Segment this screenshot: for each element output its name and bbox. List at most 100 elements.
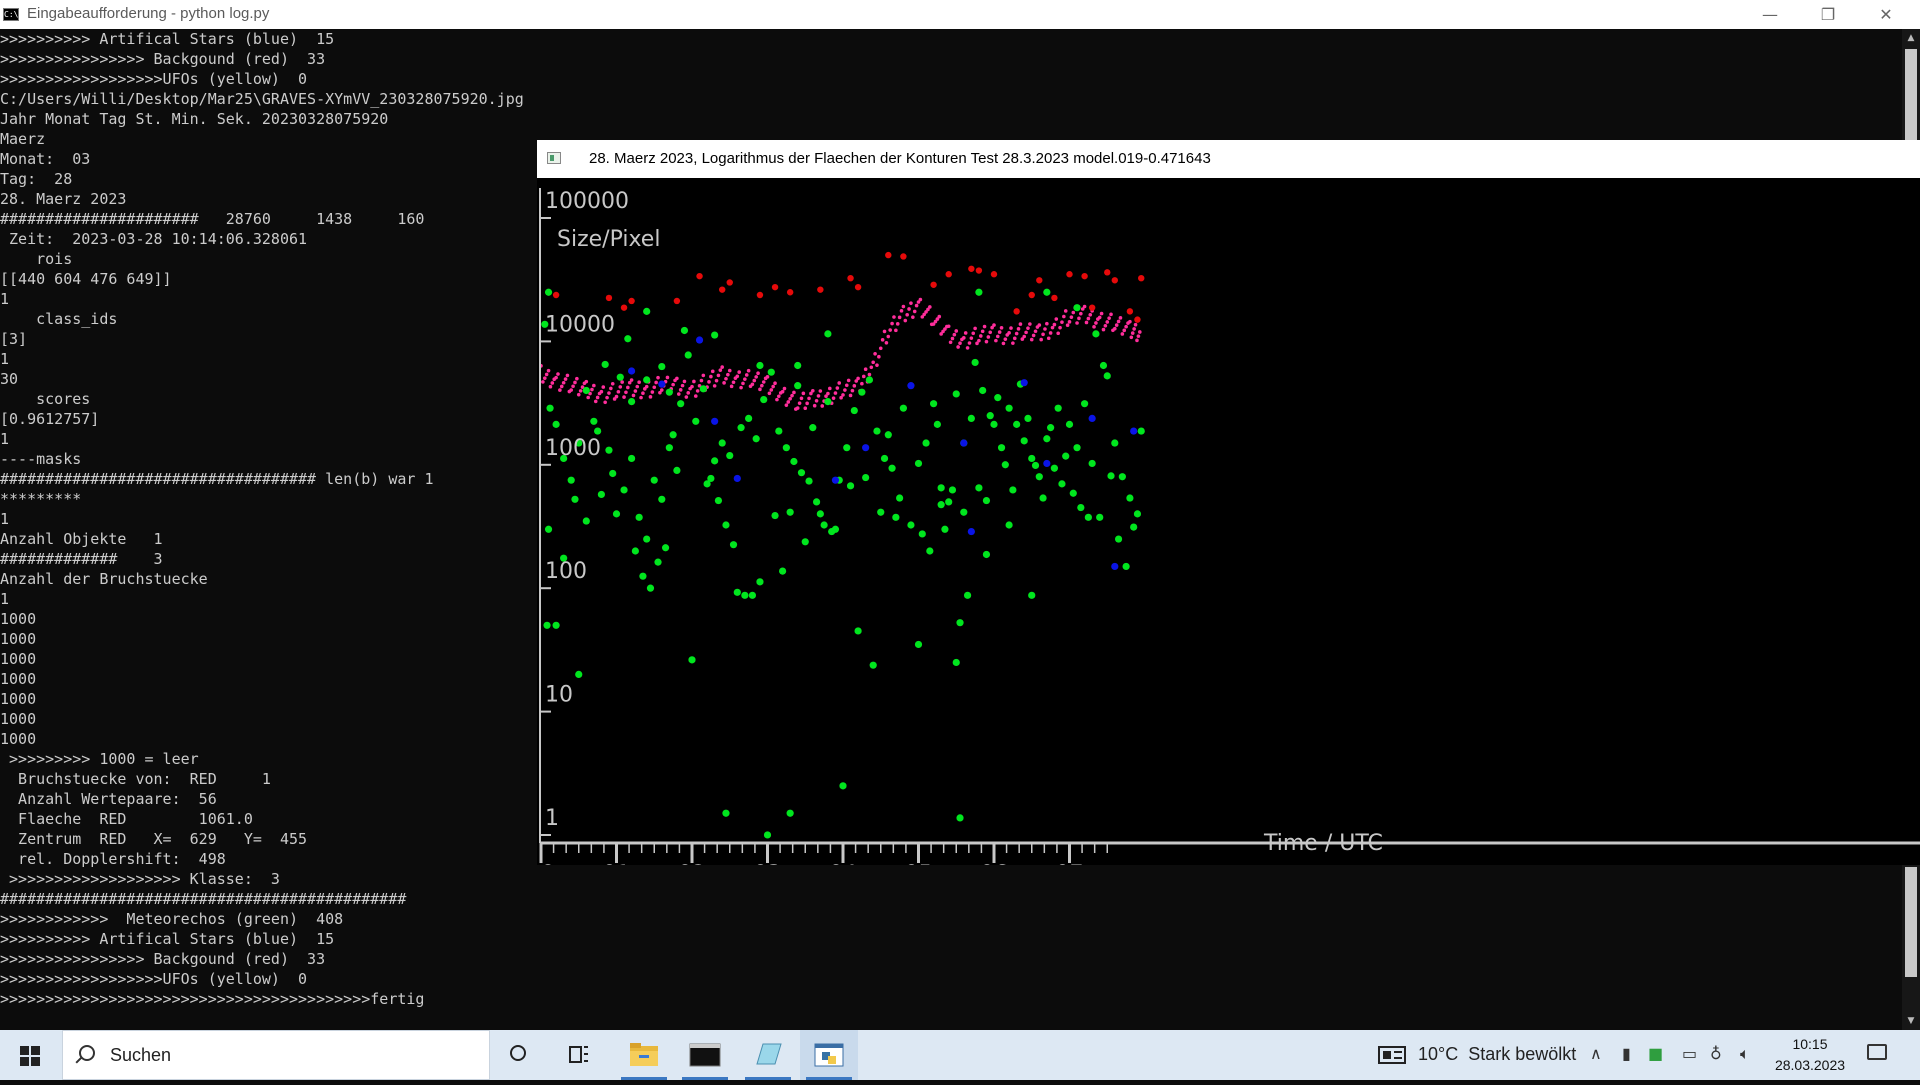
data-point bbox=[990, 271, 998, 278]
data-point bbox=[968, 265, 975, 272]
trend-point bbox=[1094, 321, 1098, 325]
battery-icon[interactable]: ▮ bbox=[1622, 1044, 1631, 1063]
data-point bbox=[896, 494, 904, 502]
trend-point bbox=[1077, 316, 1081, 321]
data-point bbox=[544, 525, 553, 533]
data-point bbox=[733, 588, 741, 596]
data-point bbox=[760, 395, 768, 404]
weather-text[interactable]: 10°C Stark bewölkt bbox=[1418, 1044, 1576, 1065]
system-clock[interactable]: 10:15 28.03.2023 bbox=[1770, 1034, 1850, 1076]
minimize-button[interactable]: — bbox=[1742, 0, 1798, 29]
taskbar-explorer[interactable] bbox=[615, 1030, 673, 1080]
trend-point bbox=[873, 352, 877, 356]
trend-point bbox=[905, 312, 909, 317]
trend-point bbox=[1086, 316, 1091, 321]
scroll-down-arrow-icon[interactable]: ▼ bbox=[1902, 1012, 1920, 1030]
trend-point bbox=[1003, 337, 1008, 341]
trend-point bbox=[950, 336, 955, 341]
trend-point bbox=[803, 406, 808, 411]
data-point bbox=[937, 484, 945, 492]
trend-point bbox=[737, 370, 741, 374]
data-point bbox=[1028, 291, 1035, 299]
data-point bbox=[1111, 562, 1119, 571]
data-point bbox=[1005, 404, 1013, 412]
trend-point bbox=[795, 406, 800, 410]
trend-point bbox=[584, 379, 589, 384]
search-placeholder: Suchen bbox=[110, 1045, 172, 1065]
folder-icon bbox=[630, 1043, 658, 1066]
search-input[interactable]: Suchen bbox=[62, 1030, 490, 1080]
data-point bbox=[850, 406, 858, 415]
trend-point bbox=[746, 368, 751, 373]
restore-button[interactable]: ❐ bbox=[1800, 0, 1856, 29]
chevron-up-icon[interactable]: ∧ bbox=[1590, 1044, 1602, 1063]
trend-point bbox=[635, 384, 640, 389]
trend-point bbox=[616, 389, 621, 394]
trend-point bbox=[571, 384, 575, 389]
trend-point bbox=[1029, 337, 1034, 342]
data-point bbox=[714, 496, 723, 505]
data-point bbox=[771, 511, 779, 520]
data-point bbox=[1054, 404, 1062, 412]
plot-titlebar[interactable]: 28. Maerz 2023, Logarithmus der Flaechen… bbox=[537, 140, 1920, 179]
trend-point bbox=[869, 365, 874, 370]
trend-point bbox=[1041, 332, 1045, 337]
data-point bbox=[756, 291, 764, 299]
close-button[interactable]: ✕ bbox=[1858, 0, 1914, 29]
taskbar-cmd[interactable] bbox=[676, 1030, 734, 1080]
speaker-icon[interactable]: 🔈︎ bbox=[1740, 1044, 1750, 1064]
scroll-thumb-bottom[interactable] bbox=[1905, 867, 1917, 977]
trend-point bbox=[1084, 320, 1089, 325]
network-globe-icon[interactable]: ♁ bbox=[1710, 1044, 1722, 1063]
trend-point bbox=[1109, 312, 1113, 317]
data-point bbox=[643, 307, 651, 315]
trend-point bbox=[884, 340, 889, 345]
terminal-icon bbox=[689, 1043, 721, 1067]
start-button[interactable] bbox=[0, 1030, 62, 1080]
plot-window[interactable]: 28. Maerz 2023, Logarithmus der Flaechen… bbox=[537, 140, 1920, 865]
task-view-button[interactable] bbox=[550, 1030, 608, 1080]
data-point bbox=[877, 508, 885, 516]
data-point bbox=[975, 267, 983, 274]
data-point bbox=[605, 446, 613, 454]
trend-point bbox=[1124, 324, 1128, 329]
trend-point bbox=[558, 388, 562, 392]
trend-point bbox=[1028, 322, 1032, 326]
data-point bbox=[873, 427, 881, 435]
data-point bbox=[669, 431, 677, 439]
y-tick-label: 10000 bbox=[545, 312, 615, 337]
trend-point bbox=[958, 341, 962, 345]
console-title: Eingabeaufforderung - python log.py bbox=[27, 5, 270, 22]
nvidia-icon[interactable]: ■ bbox=[1648, 1044, 1663, 1063]
trend-point bbox=[971, 331, 976, 336]
data-point bbox=[1130, 427, 1138, 435]
taskbar-python[interactable] bbox=[800, 1030, 858, 1080]
data-point bbox=[1134, 316, 1141, 323]
console-titlebar[interactable]: C:\ Eingabeaufforderung - python log.py … bbox=[0, 0, 1920, 29]
data-point bbox=[646, 584, 655, 592]
scroll-up-arrow-icon[interactable]: ▲ bbox=[1902, 29, 1920, 47]
trend-point bbox=[626, 385, 630, 390]
trend-point bbox=[986, 335, 991, 339]
trend-point bbox=[954, 329, 959, 333]
console-line: >>>>>>>>>>>>>>>>>>>>>>>>>>>>>>>>>>>>>>>>… bbox=[0, 990, 425, 1008]
data-point bbox=[1081, 400, 1089, 408]
trend-point bbox=[1058, 325, 1062, 330]
cortana-button[interactable] bbox=[490, 1030, 548, 1080]
trend-point bbox=[1136, 334, 1141, 338]
device-icon[interactable]: ▭ bbox=[1682, 1044, 1697, 1063]
trend-point bbox=[962, 336, 966, 340]
notifications-icon[interactable] bbox=[1867, 1044, 1887, 1060]
data-point bbox=[960, 508, 968, 516]
data-point bbox=[1009, 486, 1017, 494]
data-point bbox=[930, 400, 938, 408]
trend-point bbox=[561, 380, 566, 385]
trend-point bbox=[1075, 321, 1079, 325]
data-point bbox=[726, 451, 734, 460]
trend-point bbox=[850, 388, 855, 393]
data-point bbox=[824, 397, 832, 406]
taskbar-notes[interactable] bbox=[739, 1030, 797, 1080]
trend-point bbox=[569, 388, 573, 392]
trend-point bbox=[952, 332, 957, 337]
data-point bbox=[729, 541, 738, 549]
